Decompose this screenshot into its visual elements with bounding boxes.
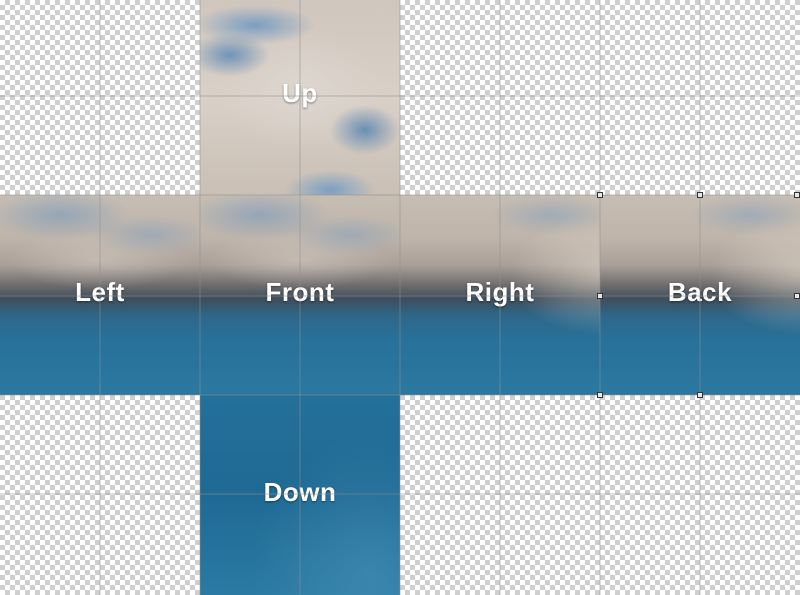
transform-handle-middle-left[interactable] (597, 293, 603, 299)
skybox-face-left: Left (0, 195, 200, 395)
skybox-face-back[interactable]: Back (600, 195, 800, 395)
transform-handle-top-left[interactable] (597, 192, 603, 198)
transform-handle-top-right[interactable] (794, 192, 800, 198)
face-label-right: Right (465, 277, 535, 307)
skybox-face-right: Right (400, 195, 600, 395)
face-label-left: Left (75, 277, 125, 307)
face-label-back: Back (667, 277, 733, 307)
face-label-down: Down (263, 477, 337, 507)
transform-handle-bottom-center[interactable] (697, 392, 703, 398)
transform-handle-top-center[interactable] (697, 192, 703, 198)
transform-handle-bottom-left[interactable] (597, 392, 603, 398)
face-label-up: Up (282, 78, 318, 108)
skybox-face-up: Up (200, 0, 400, 195)
skybox-face-down: Down (200, 395, 400, 595)
skybox-canvas[interactable]: Up Left Front Right Back Down (0, 0, 800, 595)
face-label-front: Front (265, 277, 335, 307)
skybox-face-front: Front (200, 195, 400, 395)
transform-handle-middle-right[interactable] (794, 293, 800, 299)
